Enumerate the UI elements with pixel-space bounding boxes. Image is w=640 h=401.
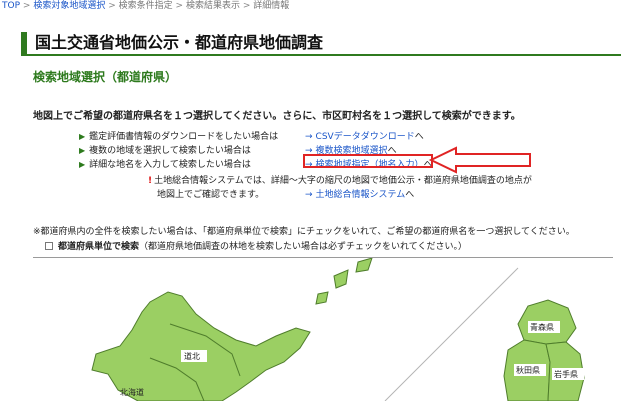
- page-title: 国土交通省地価公示・都道府県地価調査: [21, 32, 621, 56]
- breadcrumb-step-conditions: 検索条件指定: [118, 1, 173, 11]
- triangle-bullet-icon: ▶: [79, 146, 86, 155]
- checkbox-hint: （都道府県地価調査の林地を検索したい場合は必ずチェックをいれてください。）: [139, 242, 467, 252]
- csv-download-link[interactable]: CSVデータダウンロード: [316, 132, 415, 142]
- breadcrumb: TOP > 検索対象地域選択 > 検索条件指定 > 検索結果表示 > 詳細情報: [2, 0, 622, 14]
- region-label-iwate: 岩手県: [554, 369, 578, 379]
- note-text-line-1: 土地総合情報システムでは、詳細～大字の縮尺の地図で地価公示・都道府県地価調査の地…: [154, 176, 532, 186]
- breadcrumb-step-area-link[interactable]: 検索対象地域選択: [33, 1, 105, 11]
- note-line-1: ! 土地総合情報システムでは、詳細～大字の縮尺の地図で地価公示・都道府県地価調査の…: [148, 173, 532, 186]
- link-suffix: へ: [414, 132, 424, 142]
- prefecture-search-note: ※都道府県内の全件を検索したい場合は、「都道府県単位で検索」にチェックをいれて、…: [33, 227, 575, 237]
- japan-prefecture-map: 道北 北海道 青森県 秋田県 岩手県: [91, 258, 585, 401]
- region-label-dohoku: 道北: [184, 351, 200, 361]
- option-text: 詳細な地名を入力して検索したい場合は: [89, 160, 251, 170]
- section-title: 検索地域選択（都道府県）: [33, 70, 178, 84]
- island-shape: [315, 291, 329, 305]
- option-text: 複数の地域を選択して検索したい場合は: [89, 146, 251, 156]
- breadcrumb-separator: >: [108, 1, 116, 11]
- arrow-right-icon: →: [305, 132, 313, 142]
- region-label-akita: 秋田県: [516, 365, 540, 375]
- map-divider-line: [384, 267, 519, 401]
- breadcrumb-step-results: 検索結果表示: [185, 1, 240, 11]
- note-line-2: 地図上でご確認できます。: [157, 187, 264, 200]
- link-suffix: へ: [405, 190, 415, 200]
- link-row-csv: → CSVデータダウンロードへ: [305, 129, 424, 142]
- triangle-bullet-icon: ▶: [79, 160, 86, 169]
- arrow-right-icon: →: [305, 190, 313, 200]
- instruction-text: 地図上でご希望の都道府県名を１つ選択してください。さらに、市区町村名を１つ選択し…: [33, 111, 521, 122]
- red-pointer-arrow-icon: [428, 146, 531, 174]
- checkbox-label: 都道府県単位で検索: [58, 242, 140, 252]
- region-label-aomori: 青森県: [530, 322, 554, 332]
- breadcrumb-separator: >: [22, 1, 31, 11]
- island-shape: [355, 258, 373, 273]
- highlight-box: [303, 154, 433, 168]
- link-row-land-system: → 土地総合情報システムへ: [305, 187, 414, 200]
- option-text: 鑑定評価書情報のダウンロードをしたい場合は: [89, 132, 279, 142]
- breadcrumb-top-link[interactable]: TOP: [2, 1, 20, 11]
- option-place-name: ▶ 詳細な地名を入力して検索したい場合は: [79, 157, 251, 170]
- region-label-hokkaido: 北海道: [120, 387, 144, 397]
- hokkaido-region[interactable]: [91, 291, 311, 401]
- prefecture-unit-checkbox[interactable]: [45, 242, 53, 250]
- exclamation-icon: !: [148, 176, 153, 186]
- triangle-bullet-icon: ▶: [79, 132, 86, 141]
- breadcrumb-step-details: 詳細情報: [253, 1, 290, 11]
- breadcrumb-separator: >: [242, 1, 251, 11]
- breadcrumb-separator: >: [175, 1, 184, 11]
- option-csv-download: ▶ 鑑定評価書情報のダウンロードをしたい場合は: [79, 129, 278, 142]
- prefecture-unit-search-row: 都道府県単位で検索（都道府県地価調査の林地を検索したい場合は必ずチェックをいれて…: [45, 239, 467, 252]
- land-info-system-link[interactable]: 土地総合情報システム: [316, 190, 406, 200]
- option-multi-area: ▶ 複数の地域を選択して検索したい場合は: [79, 143, 251, 156]
- island-shape: [333, 269, 349, 289]
- note-text-line-2: 地図上でご確認できます。: [157, 190, 265, 200]
